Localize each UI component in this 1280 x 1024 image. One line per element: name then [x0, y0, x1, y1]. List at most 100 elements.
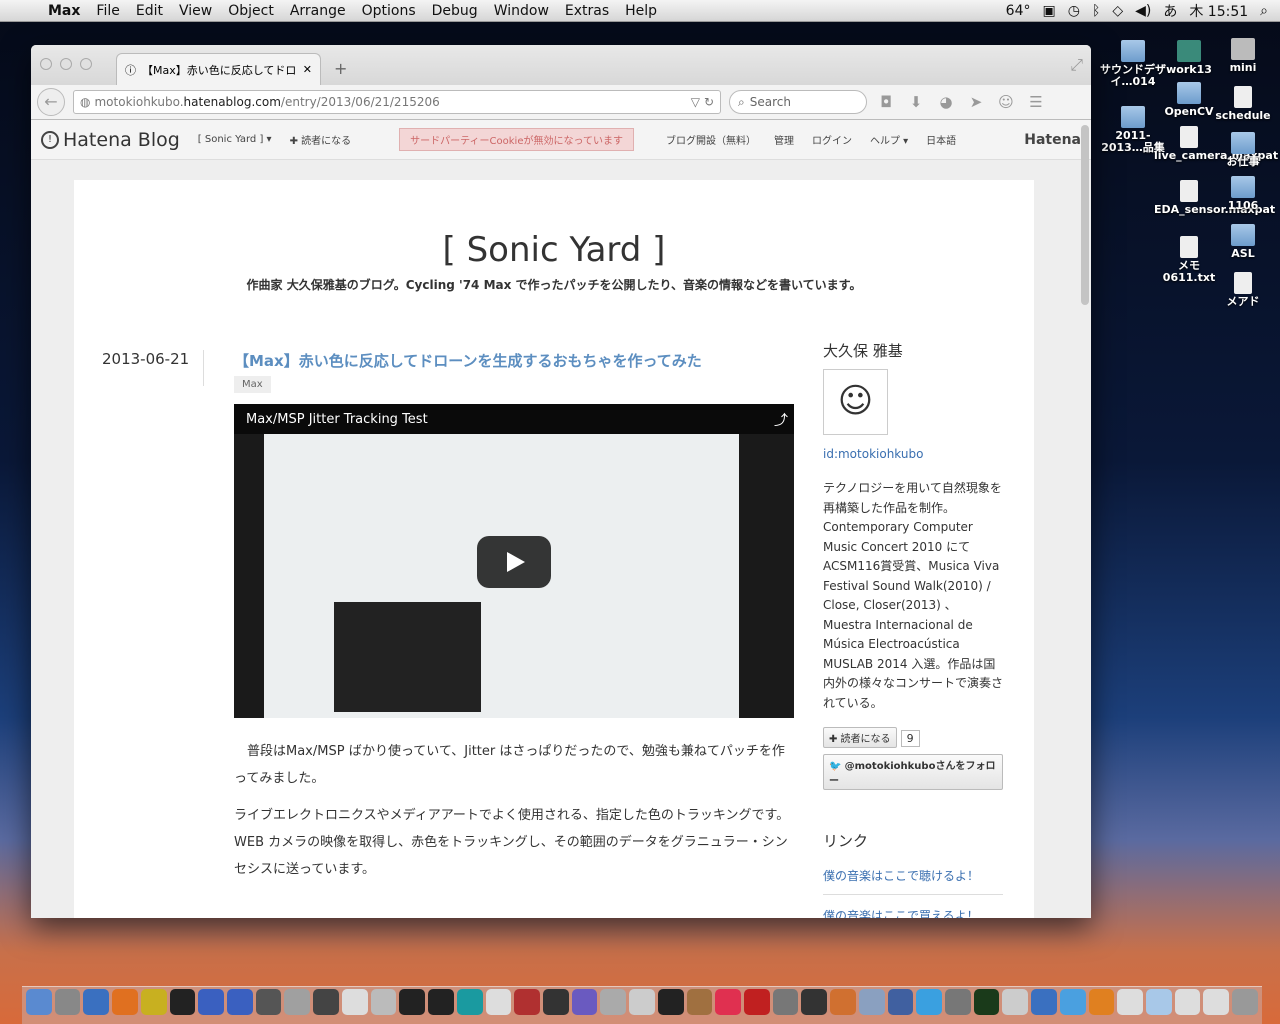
sidebar-link[interactable]: 僕の音楽はここで聴けるよ！	[823, 867, 1003, 895]
app-icon[interactable]	[945, 989, 971, 1015]
menu-view[interactable]: View	[171, 3, 220, 19]
language-link[interactable]: 日本語	[926, 132, 956, 147]
app-icon[interactable]	[830, 989, 856, 1015]
app-icon[interactable]	[370, 989, 397, 1015]
folder-stack-icon[interactable]	[1146, 989, 1172, 1015]
menu-file[interactable]: File	[88, 3, 127, 19]
menu-app[interactable]: Max	[40, 3, 88, 19]
app-icon[interactable]	[973, 989, 1000, 1015]
app-icon[interactable]	[284, 989, 311, 1015]
entry-category[interactable]: Max	[234, 376, 271, 393]
app-icon[interactable]	[514, 989, 540, 1015]
firefox-icon[interactable]	[112, 989, 138, 1015]
preview-icon[interactable]	[858, 989, 885, 1015]
app-icon[interactable]	[140, 989, 167, 1015]
desktop-item[interactable]: 1106	[1208, 176, 1278, 212]
tab-active[interactable]: ⓘ 【Max】赤い色に反応してドロ… ✕	[116, 53, 321, 85]
max-icon[interactable]	[255, 989, 282, 1015]
login-link[interactable]: ログイン	[812, 132, 852, 147]
blog-title[interactable]: [ Sonic Yard ]	[74, 230, 1034, 270]
desktop-item[interactable]: お仕事	[1208, 132, 1278, 168]
hatena-brand-link[interactable]: Hatena	[1024, 132, 1081, 148]
wifi-icon[interactable]: ◇	[1112, 3, 1123, 19]
app-icon[interactable]	[571, 989, 598, 1015]
app-icon[interactable]	[227, 989, 253, 1015]
subscribe-link[interactable]: ✚ 読者になる	[290, 132, 352, 147]
pd-icon[interactable]	[341, 989, 368, 1015]
processing-icon[interactable]	[428, 989, 454, 1015]
piano-icon[interactable]	[657, 989, 684, 1015]
terminal-icon[interactable]	[169, 989, 196, 1015]
send-icon[interactable]: ➤	[965, 93, 987, 111]
menu-object[interactable]: Object	[220, 3, 282, 19]
menu-extras[interactable]: Extras	[557, 3, 617, 19]
temperature[interactable]: 64°	[1006, 3, 1031, 19]
spotlight-icon[interactable]: ⌕	[1260, 3, 1268, 19]
subscribe-button[interactable]: ✚ 読者になる	[823, 727, 897, 748]
menu-debug[interactable]: Debug	[424, 3, 486, 19]
app-icon[interactable]	[801, 989, 828, 1015]
search-input[interactable]: ⌕ Search	[729, 90, 867, 114]
garageband-icon[interactable]	[686, 989, 713, 1015]
menu-arrange[interactable]: Arrange	[282, 3, 354, 19]
pocket-icon[interactable]: ◘	[875, 93, 897, 111]
menu-help[interactable]: Help	[617, 3, 665, 19]
play-button[interactable]	[477, 536, 551, 588]
vlc-icon[interactable]	[1088, 989, 1115, 1015]
flash-icon[interactable]	[743, 989, 770, 1015]
menu-edit[interactable]: Edit	[128, 3, 171, 19]
app-icon[interactable]	[198, 989, 225, 1015]
app-icon[interactable]	[1031, 989, 1057, 1015]
menu-window[interactable]: Window	[486, 3, 557, 19]
admin-link[interactable]: 管理	[774, 132, 794, 147]
activity-monitor-icon[interactable]	[542, 989, 569, 1015]
app-icon[interactable]	[313, 989, 339, 1015]
app-icon[interactable]	[485, 989, 512, 1015]
hatena-blog-logo[interactable]: ! Hatena Blog	[41, 129, 180, 151]
app-icon[interactable]	[54, 989, 81, 1015]
scrollbar[interactable]	[1081, 125, 1089, 305]
app-icon[interactable]	[1059, 989, 1086, 1015]
sidebar-link[interactable]: 僕の音楽はここで買えるよ！	[823, 907, 1003, 918]
folder-stack-icon[interactable]	[1117, 989, 1144, 1015]
folder-stack-icon[interactable]	[1174, 989, 1201, 1015]
app-icon[interactable]	[887, 989, 914, 1015]
back-button[interactable]: ←	[37, 88, 65, 116]
app-icon[interactable]	[83, 989, 110, 1015]
folder-stack-icon[interactable]	[1203, 989, 1230, 1015]
display-icon[interactable]: ▣	[1042, 3, 1055, 19]
download-icon[interactable]: ⬇	[905, 93, 927, 111]
processing-icon[interactable]	[399, 989, 426, 1015]
itunes-icon[interactable]	[715, 989, 741, 1015]
app-icon[interactable]	[1002, 989, 1029, 1015]
input-method[interactable]: あ	[1163, 1, 1177, 21]
author-id-link[interactable]: id:motokiohkubo	[823, 447, 1003, 461]
time-machine-icon[interactable]: ◷	[1068, 3, 1080, 19]
finder-icon[interactable]	[26, 989, 52, 1015]
avatar[interactable]: ☺	[823, 369, 888, 435]
video-title[interactable]: Max/MSP Jitter Tracking Test	[234, 404, 794, 434]
clock[interactable]: 木 15:51	[1189, 1, 1248, 21]
menu-icon[interactable]: ☰	[1025, 93, 1047, 111]
cookie-warning[interactable]: サードパーティーCookieが無効になっています	[399, 128, 634, 151]
history-dropdown-icon[interactable]: ▽	[691, 95, 700, 109]
close-tab-icon[interactable]: ✕	[303, 63, 312, 76]
minimize-window-button[interactable]	[60, 58, 72, 70]
app-icon[interactable]	[772, 989, 799, 1015]
arduino-icon[interactable]	[456, 989, 483, 1015]
zoom-window-button[interactable]	[80, 58, 92, 70]
app-icon[interactable]	[629, 989, 655, 1015]
bluetooth-icon[interactable]: ᛒ	[1092, 3, 1100, 19]
desktop-item[interactable]: mini	[1208, 38, 1278, 74]
app-icon[interactable]	[600, 989, 627, 1015]
entry-title[interactable]: 【Max】赤い色に反応してドローンを生成するおもちゃを作ってみた	[234, 350, 702, 371]
desktop-item[interactable]: schedule	[1208, 86, 1278, 122]
blog-menu[interactable]: [ Sonic Yard ] ▾	[198, 134, 272, 145]
addon-icon[interactable]: ◕	[935, 93, 957, 111]
close-window-button[interactable]	[40, 58, 52, 70]
volume-icon[interactable]: ◀)	[1135, 3, 1151, 19]
app-icon[interactable]	[916, 989, 942, 1015]
url-bar[interactable]: ◍ motokiohkubo.hatenablog.com/entry/2013…	[73, 90, 721, 114]
start-blog-link[interactable]: ブログ開設（無料）	[666, 132, 756, 147]
fullscreen-icon[interactable]: ⤢	[1070, 55, 1083, 75]
